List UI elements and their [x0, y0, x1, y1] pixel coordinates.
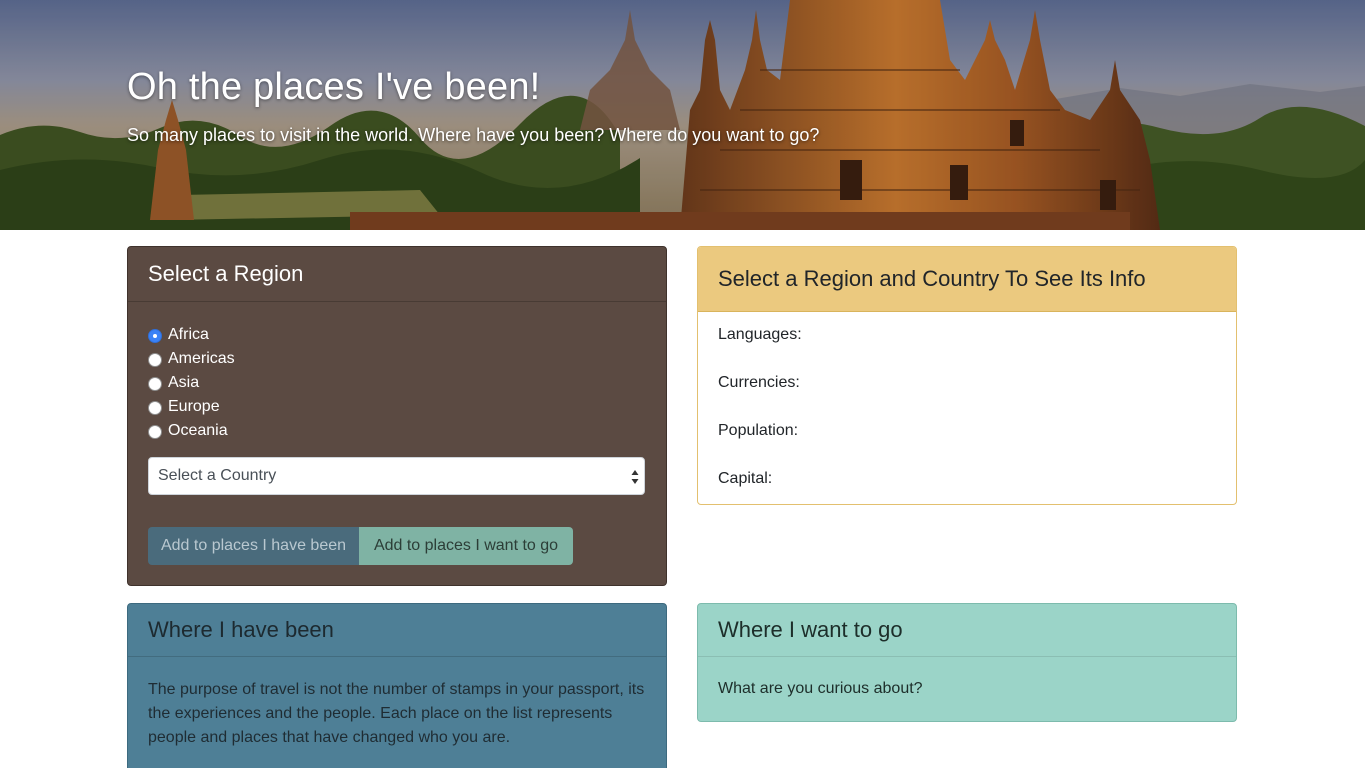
add-buttons-group: Add to places I have been Add to places …	[148, 527, 573, 565]
places-to-go-card: Where I want to go What are you curious …	[697, 603, 1237, 722]
radio-button-checked[interactable]	[148, 329, 162, 343]
region-radio-group: Africa Americas Asia Europe Oceania	[148, 323, 235, 443]
country-select[interactable]: Select a Country	[148, 457, 645, 495]
info-currencies: Currencies:	[718, 374, 800, 391]
region-option-label: Oceania	[168, 422, 228, 439]
been-card-description: The purpose of travel is not the number …	[148, 681, 645, 746]
region-option-americas[interactable]: Americas	[148, 347, 235, 371]
been-card-title: Where I have been	[128, 604, 666, 657]
region-card-title: Select a Region	[128, 247, 666, 302]
radio-button[interactable]	[148, 425, 162, 439]
region-option-label: Africa	[168, 326, 209, 343]
country-info-list: Languages: Currencies: Population: Capit…	[698, 312, 1236, 504]
radio-button[interactable]	[148, 377, 162, 391]
go-card-title: Where I want to go	[698, 604, 1236, 657]
radio-button[interactable]	[148, 353, 162, 367]
info-capital: Capital:	[718, 470, 773, 487]
country-select-value: Select a Country	[158, 467, 277, 484]
info-population: Population:	[718, 422, 799, 439]
radio-button[interactable]	[148, 401, 162, 415]
page-subtitle: So many places to visit in the world. Wh…	[127, 125, 820, 145]
info-card-title: Select a Region and Country To See Its I…	[698, 247, 1236, 312]
region-option-label: Americas	[168, 350, 235, 367]
region-option-label: Asia	[168, 374, 200, 391]
region-option-europe[interactable]: Europe	[148, 395, 235, 419]
info-languages: Languages:	[718, 326, 802, 343]
country-info-card: Select a Region and Country To See Its I…	[697, 246, 1237, 505]
region-option-asia[interactable]: Asia	[148, 371, 235, 395]
region-option-africa[interactable]: Africa	[148, 323, 235, 347]
go-card-description: What are you curious about?	[718, 680, 923, 697]
page-title: Oh the places I've been!	[127, 66, 541, 108]
select-updown-arrows-icon	[631, 470, 639, 484]
region-select-card: Select a Region Africa Americas Asia Eur…	[127, 246, 667, 586]
add-to-go-button[interactable]: Add to places I want to go	[359, 527, 573, 565]
add-to-been-button[interactable]: Add to places I have been	[148, 527, 359, 565]
region-option-oceania[interactable]: Oceania	[148, 419, 235, 443]
hero-overlay	[0, 0, 1365, 230]
hero-banner: Oh the places I've been! So many places …	[0, 0, 1365, 230]
places-been-card: Where I have been The purpose of travel …	[127, 603, 667, 768]
region-option-label: Europe	[168, 398, 220, 415]
